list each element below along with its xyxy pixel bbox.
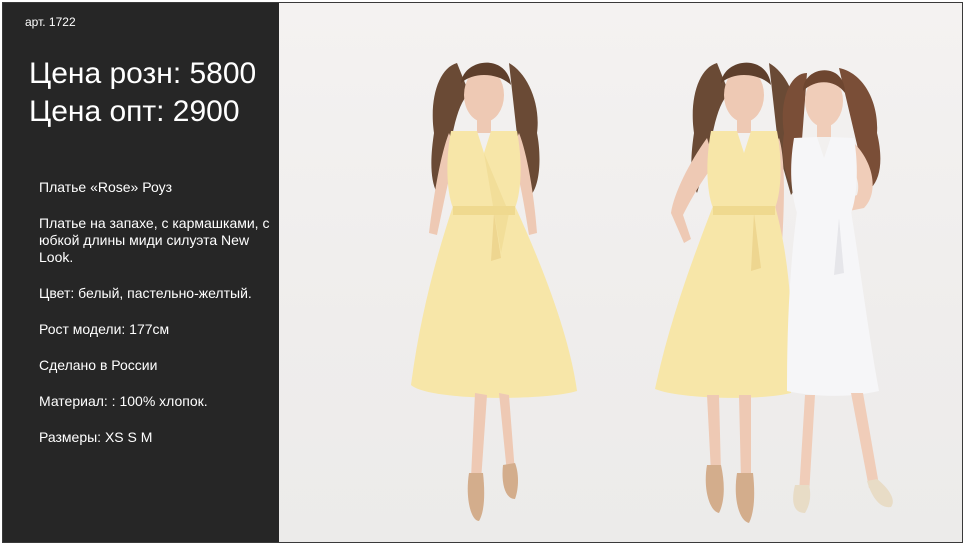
product-name: Платье «Rose» Роуз [39, 179, 173, 195]
product-details: Платье на запахе, с кармашками, с юбкой … [39, 215, 270, 265]
product-slide: арт. 1722 Цена розн: 5800 Цена опт: 2900… [2, 2, 963, 543]
wholesale-price: Цена опт: 2900 [29, 95, 240, 128]
product-color: Цвет: белый, пастельно-желтый. [39, 285, 252, 301]
models-illustration [411, 62, 893, 523]
material: Материал: : 100% хлопок. [39, 393, 208, 409]
model-height: Рост модели: 177см [39, 321, 170, 337]
model-yellow-dress-2 [655, 62, 800, 523]
made-in: Сделано в России [39, 357, 158, 373]
product-photo [279, 3, 962, 542]
model-white-dress [782, 68, 893, 513]
retail-price: Цена розн: 5800 [29, 57, 257, 90]
sizes: Размеры: XS S M [39, 429, 153, 445]
info-panel: арт. 1722 Цена розн: 5800 Цена опт: 2900… [3, 3, 279, 542]
product-description: Платье «Rose» Роуз Платье на запахе, с к… [39, 179, 275, 465]
article-number: арт. 1722 [25, 15, 76, 29]
model-yellow-dress-1 [411, 62, 577, 521]
